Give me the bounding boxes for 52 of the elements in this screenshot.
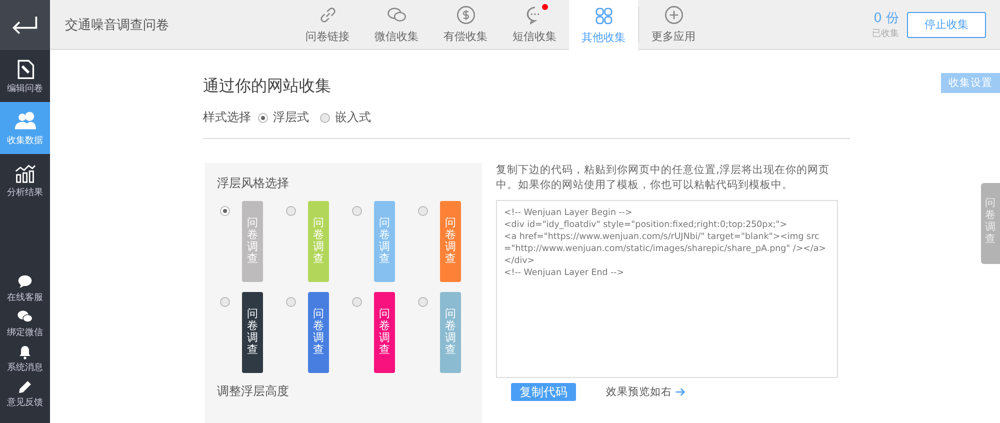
sidebar-item[interactable]: 收集数据: [0, 102, 50, 154]
radio-button[interactable]: [418, 206, 428, 216]
radio-button[interactable]: [258, 112, 268, 122]
radio-button[interactable]: [220, 297, 230, 307]
survey-title: 交通噪音调查问卷: [65, 16, 170, 34]
back-button[interactable]: [0, 0, 50, 50]
instructions-text: 复制下边的代码，粘贴到你网页中的任意位置,浮层将出现在你的网页中。如果你的网站使用了模板，你也可以粘帖代码到模板中。: [496, 163, 830, 193]
radio-label[interactable]: 浮层式: [273, 109, 309, 126]
radio-button[interactable]: [320, 112, 330, 122]
plus-icon: [664, 5, 684, 25]
tab[interactable]: 短信收集: [500, 0, 569, 49]
collected-count: 0 份: [874, 10, 899, 27]
float-tab-preview[interactable]: 问卷调查: [308, 292, 329, 373]
sidebar-item[interactable]: 编辑问卷: [0, 50, 50, 102]
tab[interactable]: 微信收集: [362, 0, 431, 49]
sidebar-item[interactable]: 分析结果: [0, 154, 50, 206]
grid-icon: [594, 6, 614, 26]
panel-title: 浮层风格选择: [217, 175, 290, 192]
tab[interactable]: 更多应用: [639, 0, 708, 49]
copy-code-button[interactable]: 复制代码: [511, 383, 576, 401]
radio-button[interactable]: [220, 206, 230, 216]
sidebar-item[interactable]: 绑定微信: [0, 309, 50, 339]
wechat-icon: [17, 309, 33, 325]
float-tab-preview[interactable]: 问卷调查: [374, 292, 395, 373]
page-heading: 通过你的网站收集: [203, 76, 332, 97]
tab[interactable]: 问卷链接: [293, 0, 362, 49]
tab[interactable]: 其他收集: [569, 0, 638, 50]
sidebar-item[interactable]: 意见反馈: [0, 379, 50, 409]
radio-button[interactable]: [352, 297, 362, 307]
section-title: 调整浮层高度: [217, 383, 290, 400]
radio-button[interactable]: [286, 297, 296, 307]
preview-link[interactable]: 效果预览如右: [606, 385, 672, 399]
notification-dot: [542, 4, 548, 10]
sidebar-item[interactable]: 在线客服: [0, 274, 50, 304]
pencil-icon: [17, 379, 33, 395]
bell-icon: [17, 344, 33, 360]
float-tab-preview[interactable]: 问卷调查: [242, 292, 263, 373]
radio-button[interactable]: [352, 206, 362, 216]
sidebar-item[interactable]: 系统消息: [0, 344, 50, 374]
radio-button[interactable]: [418, 297, 428, 307]
style-label: 样式选择: [203, 109, 251, 126]
tab[interactable]: 有偿收集: [431, 0, 500, 49]
users-icon: [14, 110, 36, 132]
radio-label[interactable]: 嵌入式: [335, 109, 371, 126]
code-field[interactable]: <!-- Wenjuan Layer Begin --> <div id="idy_floatdiv" style="position:fixed;right:0;top:250px;"> <a href="https://www.wenjuan.com/s/rUJNbi/" target="blank"><img src="http://www.wenjuan.com/static/images/sharepic/share_pA.png" /></a> </div> <!-- Wenjuan Layer End -->: [496, 200, 838, 378]
arrow-icon: [675, 387, 685, 397]
link-icon: [318, 5, 338, 25]
chat-icon: [17, 274, 33, 290]
stop-collection-button[interactable]: 停止收集: [907, 12, 986, 38]
collected-label: 已收集: [872, 28, 899, 40]
radio-button[interactable]: [286, 206, 296, 216]
dollar-icon: [456, 5, 476, 25]
